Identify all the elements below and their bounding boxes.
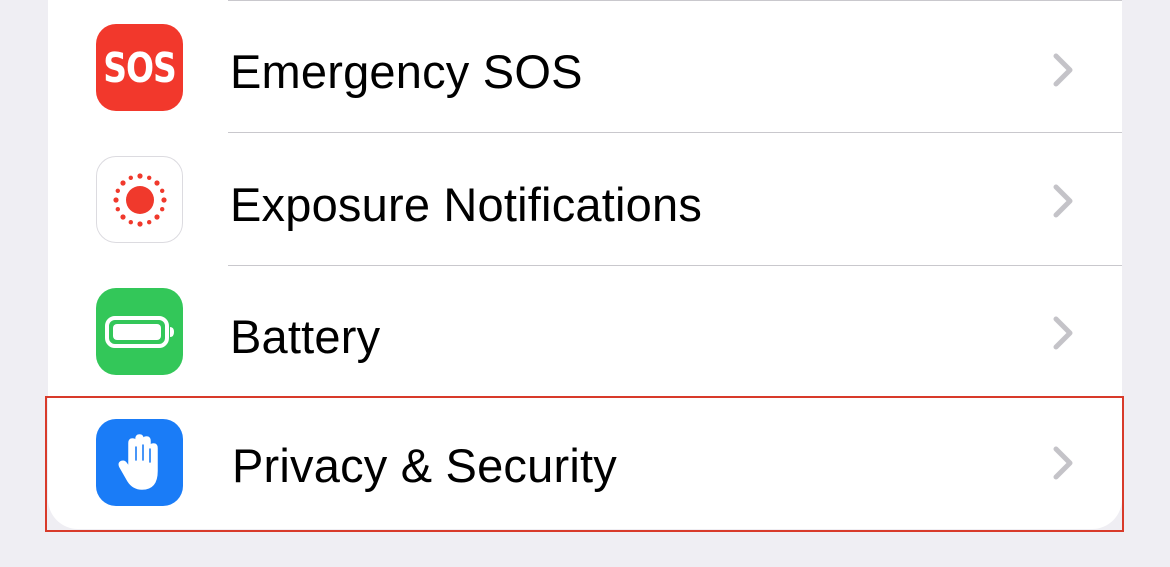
settings-row-label: Emergency SOS [230,45,583,98]
settings-row-exposure-notifications[interactable]: Exposure Notifications [48,133,1122,266]
settings-group: SOS Emergency SOS Exposure Notifications… [48,0,1122,529]
raised-hand-graphic [118,433,158,490]
exposure-notifications-icon [96,156,183,243]
battery-graphic [104,315,174,348]
settings-row-label: Battery [230,310,381,363]
chevron-right-icon [1053,184,1073,218]
hand-icon [96,419,183,506]
top-separator [228,0,1122,1]
settings-row-emergency-sos[interactable]: SOS Emergency SOS [48,0,1122,133]
settings-row-battery[interactable]: Battery [48,266,1122,398]
chevron-right-icon [1053,53,1073,87]
settings-row-label: Exposure Notifications [230,178,703,231]
battery-icon [96,288,183,375]
exposure-sun-graphic [112,172,167,227]
chevron-right-icon [1053,316,1073,350]
settings-row-label: Privacy & Security [232,439,617,492]
settings-row-privacy-security[interactable]: Privacy & Security [48,398,1122,529]
chevron-right-icon [1053,446,1073,480]
sos-icon: SOS [96,24,183,111]
settings-screen: SOS Emergency SOS Exposure Notifications… [0,0,1170,567]
